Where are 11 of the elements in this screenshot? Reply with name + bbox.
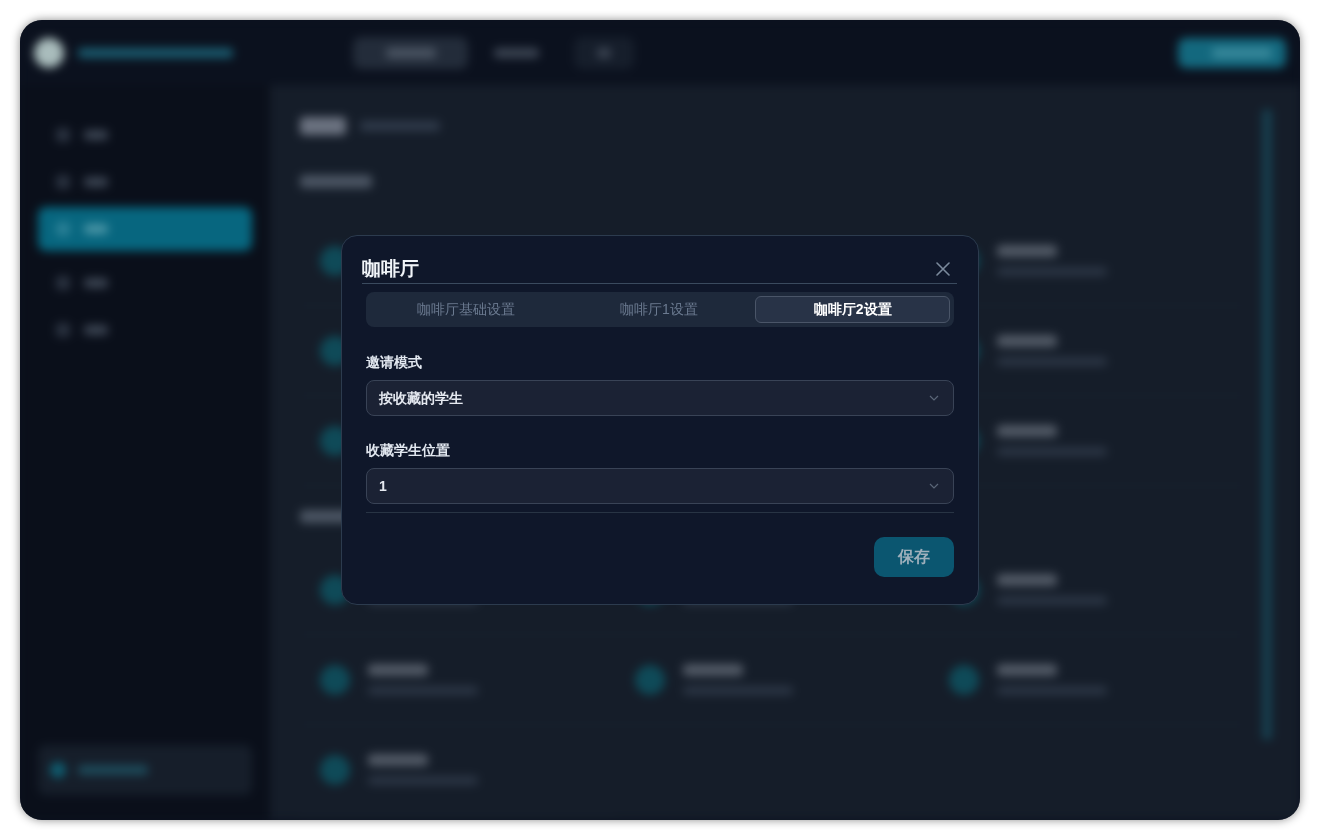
field-label: 邀请模式 — [366, 353, 422, 372]
chevron-down-icon — [929, 483, 939, 489]
dropdown-select[interactable]: 1 — [366, 468, 954, 504]
chevron-down-icon — [929, 395, 939, 401]
field-label: 收藏学生位置 — [366, 441, 450, 460]
dialog-title: 咖啡厅 — [362, 257, 419, 281]
close-icon — [936, 262, 950, 276]
tab[interactable]: 咖啡厅2设置 — [755, 296, 950, 323]
save-button[interactable]: 保存 — [874, 537, 954, 577]
close-button[interactable] — [935, 261, 951, 277]
dropdown-select[interactable]: 按收藏的学生 — [366, 380, 954, 416]
